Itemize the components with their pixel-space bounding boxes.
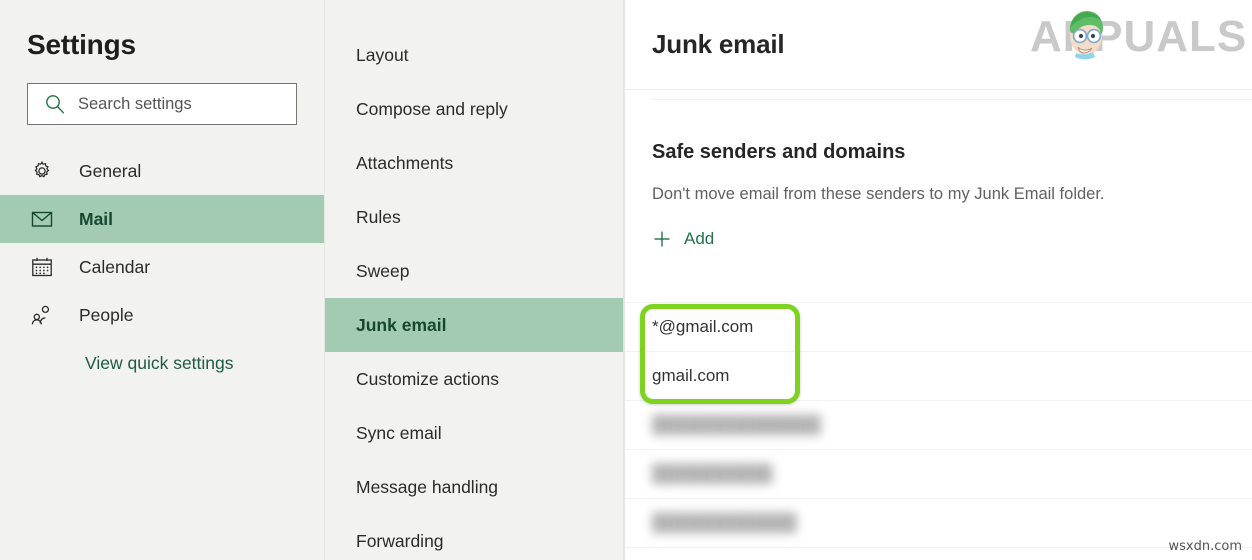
appuals-logo: APPUALS bbox=[1026, 6, 1252, 64]
menu-item-sweep[interactable]: Sweep bbox=[325, 244, 624, 298]
sidebar-item-label: Mail bbox=[79, 208, 114, 229]
panel-header: Junk email APPUALS bbox=[625, 0, 1252, 90]
section-title: Safe senders and domains bbox=[652, 141, 906, 163]
list-item[interactable]: ████████████ bbox=[625, 499, 1252, 548]
menu-item-message-handling[interactable]: Message handling bbox=[325, 460, 624, 514]
panel-content: Safe senders and domains Don't move emai… bbox=[625, 99, 1252, 254]
add-button[interactable]: Add bbox=[652, 229, 714, 249]
junk-email-panel: Junk email APPUALS Safe senders and doma… bbox=[625, 0, 1252, 560]
view-quick-settings-link[interactable]: View quick settings bbox=[0, 353, 324, 374]
sidebar-item-calendar[interactable]: Calendar bbox=[0, 243, 324, 291]
menu-item-customize-actions[interactable]: Customize actions bbox=[325, 352, 624, 406]
sidebar-nav: General Mail Calendar People View quick … bbox=[0, 147, 324, 374]
panel-title: Junk email bbox=[652, 29, 785, 59]
menu-item-sync-email[interactable]: Sync email bbox=[325, 406, 624, 460]
site-watermark: wsxdn.com bbox=[1168, 539, 1243, 554]
sidebar-item-people[interactable]: People bbox=[0, 291, 324, 339]
mail-settings-menu: Layout Compose and reply Attachments Rul… bbox=[325, 0, 625, 560]
envelope-icon bbox=[30, 207, 54, 231]
menu-item-junk-email[interactable]: Junk email bbox=[325, 298, 624, 352]
svg-text:APPUALS: APPUALS bbox=[1030, 12, 1247, 61]
sidebar-item-label: General bbox=[79, 160, 142, 181]
content-divider bbox=[652, 99, 1252, 100]
plus-icon bbox=[652, 229, 672, 249]
search-settings-box[interactable] bbox=[27, 83, 297, 125]
settings-sidebar: Settings General bbox=[0, 0, 325, 560]
sidebar-item-mail[interactable]: Mail bbox=[0, 195, 324, 243]
list-item-value: gmail.com bbox=[652, 366, 730, 385]
menu-item-attachments[interactable]: Attachments bbox=[325, 136, 624, 190]
list-item[interactable]: ██████████████ bbox=[625, 401, 1252, 450]
gear-icon bbox=[30, 159, 54, 183]
add-button-label: Add bbox=[684, 229, 715, 248]
list-item[interactable]: gmail.com bbox=[625, 352, 1252, 401]
sidebar-item-label: People bbox=[79, 304, 134, 325]
sidebar-item-label: Calendar bbox=[79, 256, 151, 277]
sidebar-item-general[interactable]: General bbox=[0, 147, 324, 195]
page-title: Settings bbox=[27, 29, 136, 60]
safe-senders-list: *@gmail.com gmail.com ██████████████ ███… bbox=[625, 303, 1252, 548]
menu-item-rules[interactable]: Rules bbox=[325, 190, 624, 244]
menu-item-layout[interactable]: Layout bbox=[325, 28, 624, 82]
people-icon bbox=[30, 303, 54, 327]
calendar-icon bbox=[30, 255, 54, 279]
list-item[interactable]: *@gmail.com bbox=[625, 303, 1252, 352]
list-item-value: *@gmail.com bbox=[652, 317, 754, 336]
list-item-value-redacted: ██████████████ bbox=[652, 415, 821, 434]
search-icon bbox=[44, 93, 66, 115]
section-description: Don't move email from these senders to m… bbox=[652, 185, 1105, 203]
list-item-value-redacted: ██████████ bbox=[652, 464, 773, 483]
search-input[interactable] bbox=[78, 94, 278, 114]
menu-item-compose-and-reply[interactable]: Compose and reply bbox=[325, 82, 624, 136]
list-item-value-redacted: ████████████ bbox=[652, 513, 797, 532]
settings-window: Settings General bbox=[0, 0, 1252, 560]
menu-item-forwarding[interactable]: Forwarding bbox=[325, 514, 624, 560]
menu-scrollbar[interactable] bbox=[623, 0, 624, 560]
list-item[interactable]: ██████████ bbox=[625, 450, 1252, 499]
